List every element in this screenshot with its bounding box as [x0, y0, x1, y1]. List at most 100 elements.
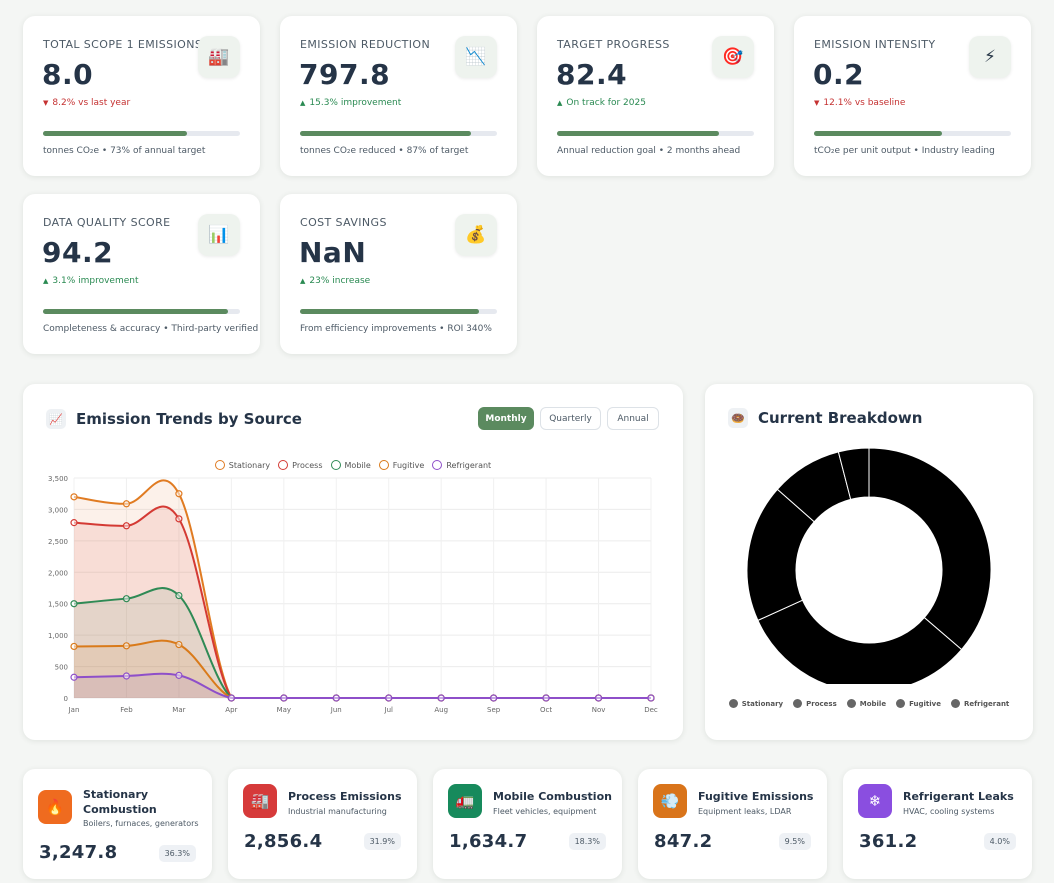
- leak-icon: 💨: [653, 784, 687, 818]
- y-tick-label: 3,000: [48, 506, 68, 514]
- kpi-delta: ▼ 8.2% vs last year: [43, 98, 130, 108]
- legend-label: Mobile: [859, 699, 887, 708]
- source-value: 361.2: [859, 831, 918, 852]
- kpi-progress-bar: [300, 131, 497, 136]
- kpi-delta: ▼ 12.1% vs baseline: [814, 98, 905, 108]
- kpi-label: COST SAVINGS: [300, 216, 387, 229]
- kpi-progress-bar: [43, 131, 240, 136]
- delta-arrow-icon: ▲: [300, 277, 306, 285]
- delta-arrow-icon: ▲: [300, 99, 306, 107]
- legend-marker: [793, 699, 803, 708]
- source-subtitle: Equipment leaks, LDAR: [698, 807, 792, 816]
- data-point: [437, 694, 445, 702]
- delta-arrow-icon: ▲: [43, 277, 49, 285]
- kpi-footnote: Annual reduction goal • 2 months ahead: [557, 146, 741, 156]
- kpi-progress-fill: [43, 309, 229, 314]
- lightning-icon: ⚡: [969, 36, 1011, 78]
- breakdown-card: 🍩 Current Breakdown Stationary Process M…: [705, 384, 1033, 740]
- kpi-progress-bar: [557, 131, 754, 136]
- source-title: Stationary Combustion: [83, 788, 157, 816]
- emission-trend-chart: 0 500 1,000 1,500 2,000 2,500 3,000 3,500 Jan Feb…: [48, 475, 658, 714]
- source-card[interactable]: 🔥 Stationary Combustion Boilers, furnaces,…: [23, 769, 212, 879]
- source-card[interactable]: 💨 Fugitive Emissions Equipment leaks, LDAR…: [638, 769, 827, 879]
- kpi-footnote: tCO₂e per unit output • Industry leading: [814, 146, 995, 156]
- source-card[interactable]: 🏭 Process Emissions Industrial manufacturi…: [228, 769, 417, 879]
- kpi-value: 797.8: [299, 58, 391, 91]
- data-point: [122, 500, 131, 508]
- source-card[interactable]: 🚛 Mobile Combustion Fleet vehicles, equipm…: [433, 769, 622, 879]
- kpi-footnote: Completeness & accuracy • Third-party ve…: [43, 324, 259, 334]
- legend-label: Fugitive: [909, 699, 941, 708]
- source-percent-badge: 4.0%: [983, 833, 1016, 850]
- kpi-delta: ▲ 3.1% improvement: [43, 276, 139, 286]
- money-bag-icon: 💰: [455, 214, 497, 256]
- data-point: [70, 673, 78, 681]
- source-value: 2,856.4: [244, 831, 323, 852]
- y-tick-label: 1,500: [48, 601, 68, 609]
- kpi-delta-text: 12.1% vs baseline: [823, 98, 906, 108]
- factory-icon: 🏭: [243, 784, 277, 818]
- x-tick-label: Mar: [172, 706, 185, 714]
- kpi-card: TARGET PROGRESS 82.4 ▲ On track for 2025 🎯 An…: [537, 16, 774, 176]
- kpi-progress-fill: [814, 131, 943, 136]
- legend-marker: [846, 699, 856, 708]
- source-value: 847.2: [654, 831, 713, 852]
- emission-trends-card: 📈 Emission Trends by Source Monthly Quar…: [23, 384, 683, 740]
- x-tick-label: May: [277, 706, 291, 714]
- data-point: [332, 694, 340, 702]
- source-card[interactable]: ❄ Refrigerant Leaks HVAC, cooling systems 3…: [843, 769, 1032, 879]
- fire-icon: 🔥: [38, 790, 72, 824]
- donut-legend-item[interactable]: Mobile: [846, 699, 887, 708]
- x-tick-label: Sep: [487, 706, 501, 714]
- factory-icon: 🏭: [198, 36, 240, 78]
- source-subtitle: Boilers, furnaces, generators: [83, 819, 199, 828]
- kpi-progress-bar: [814, 131, 1011, 136]
- donut-legend-item[interactable]: Fugitive: [896, 699, 941, 708]
- x-tick-label: Apr: [225, 706, 237, 714]
- x-tick-label: Jul: [384, 706, 394, 714]
- donut-slice-stationary[interactable]: [868, 447, 992, 651]
- kpi-footnote: From efficiency improvements • ROI 340%: [300, 324, 492, 334]
- kpi-value: 0.2: [813, 58, 865, 91]
- breakdown-donut-chart: [746, 447, 992, 684]
- legend-marker: [728, 699, 738, 708]
- data-point: [227, 694, 235, 702]
- legend-label: Refrigerant: [963, 699, 1010, 708]
- data-point: [175, 490, 183, 498]
- source-percent-badge: 18.3%: [568, 833, 606, 850]
- kpi-value: 94.2: [42, 236, 114, 269]
- donut-legend-item[interactable]: Stationary: [728, 699, 783, 708]
- truck-icon: 🚛: [448, 784, 482, 818]
- data-point: [175, 640, 183, 649]
- kpi-label: TARGET PROGRESS: [557, 38, 670, 51]
- kpi-progress-bar: [300, 309, 497, 314]
- series-area-refrigerant: [74, 673, 651, 698]
- data-point: [122, 522, 131, 530]
- delta-arrow-icon: ▼: [43, 99, 49, 107]
- y-tick-label: 2,500: [48, 538, 68, 546]
- y-tick-label: 500: [55, 664, 68, 672]
- kpi-delta-text: On track for 2025: [566, 98, 646, 108]
- source-title: Process Emissions: [288, 790, 402, 803]
- donut-legend: Stationary Process Mobile Fugitive Refri…: [705, 699, 1033, 708]
- x-tick-label: Feb: [120, 706, 133, 714]
- chart-down-icon: 📉: [455, 36, 497, 78]
- kpi-progress-bar: [43, 309, 240, 314]
- kpi-footnote: tonnes CO₂e • 73% of annual target: [43, 146, 206, 156]
- source-subtitle: Industrial manufacturing: [288, 807, 387, 816]
- source-value: 1,634.7: [449, 831, 528, 852]
- donut-legend-item[interactable]: Refrigerant: [950, 699, 1010, 708]
- data-point: [122, 672, 131, 680]
- kpi-delta: ▲ 23% increase: [300, 276, 370, 286]
- y-tick-label: 2,000: [48, 569, 68, 577]
- data-point: [490, 694, 498, 702]
- data-point: [70, 519, 78, 527]
- kpi-card: TOTAL SCOPE 1 EMISSIONS 8.0 ▼ 8.2% vs last …: [23, 16, 260, 176]
- kpi-card: DATA QUALITY SCORE 94.2 ▲ 3.1% improvement 📊…: [23, 194, 260, 354]
- kpi-progress-fill: [43, 131, 187, 136]
- source-percent-badge: 31.9%: [363, 833, 401, 850]
- donut-legend-item[interactable]: Process: [793, 699, 837, 708]
- data-point: [385, 694, 393, 702]
- legend-label: Process: [806, 699, 837, 708]
- data-point: [70, 600, 78, 608]
